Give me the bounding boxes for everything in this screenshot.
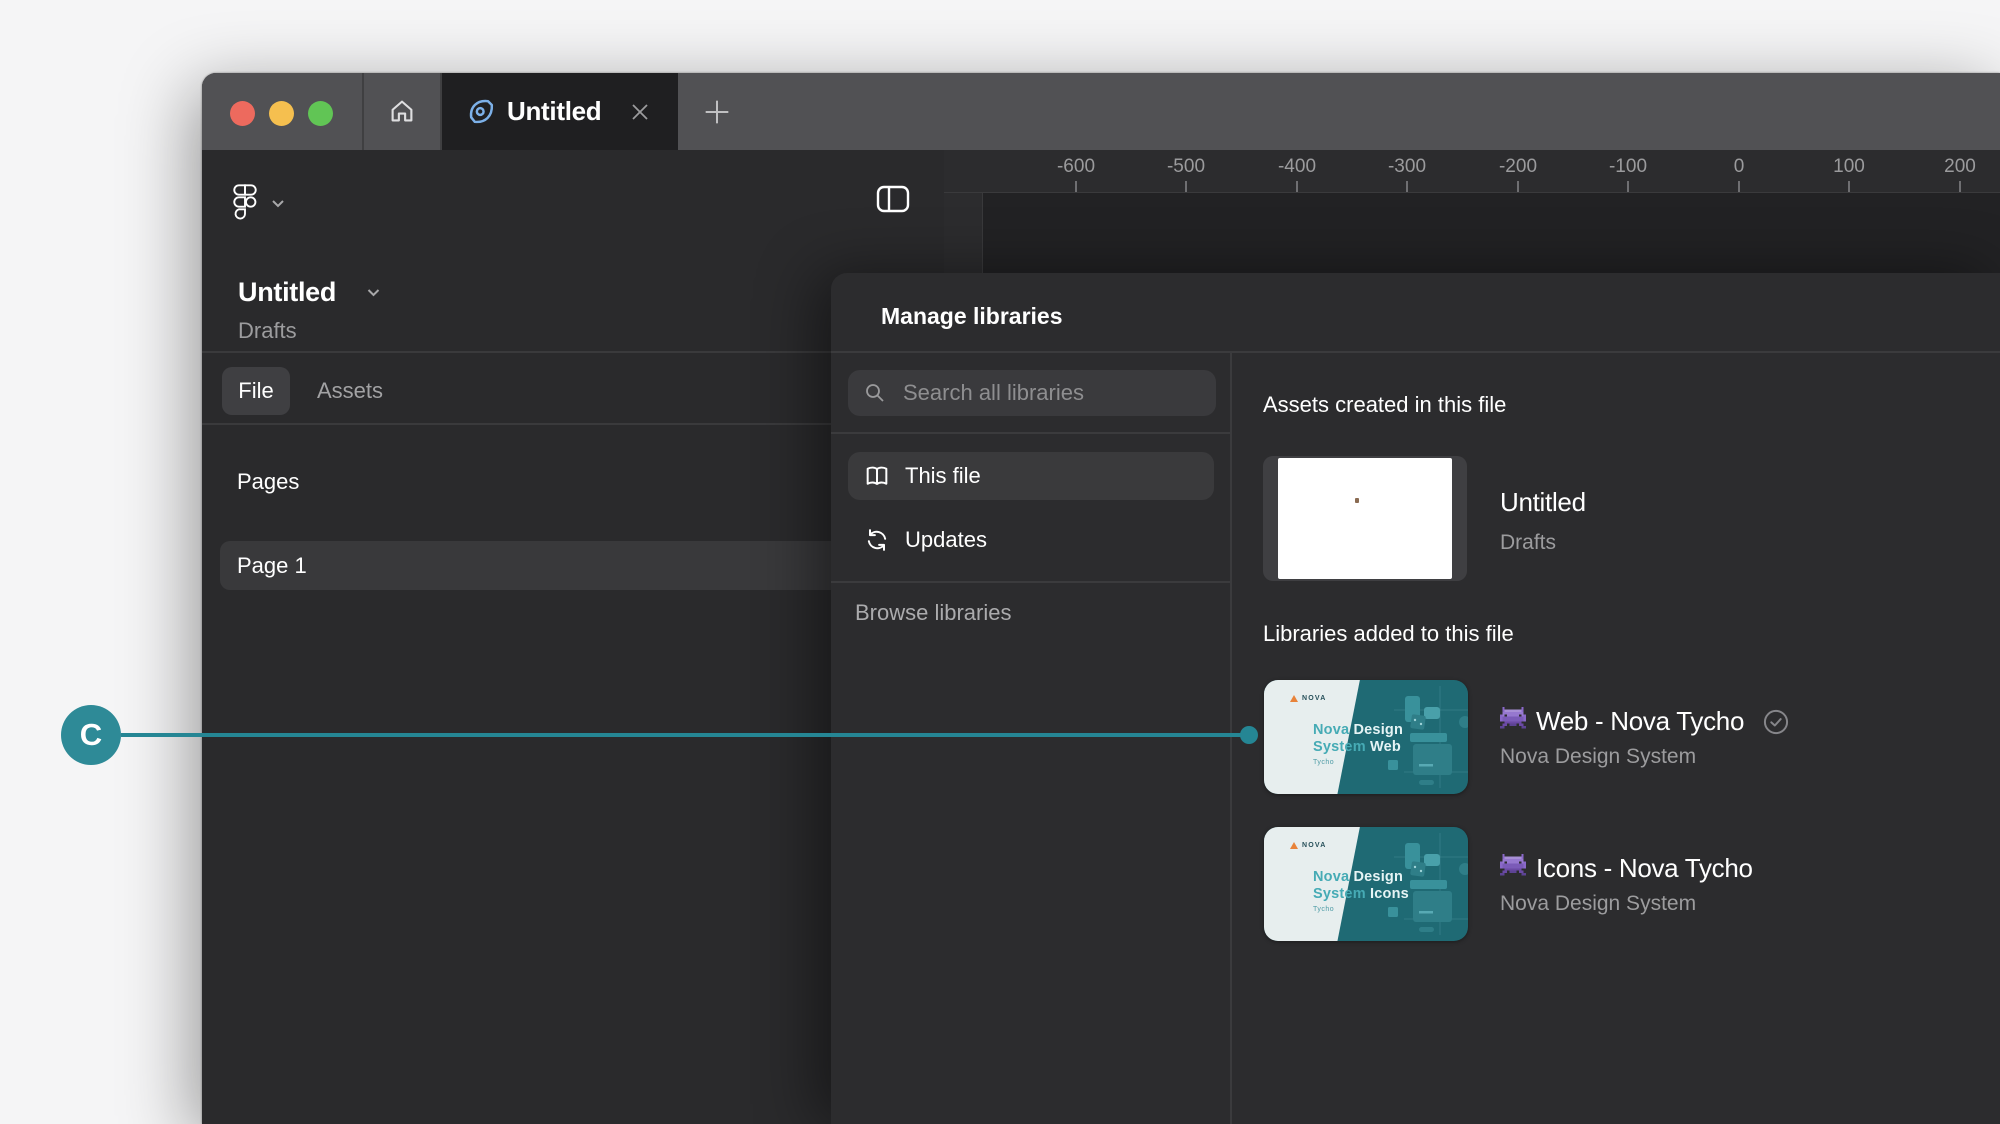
sync-icon [863, 526, 891, 554]
libraries-section-heading: Libraries added to this file [1263, 621, 1514, 647]
callout-endpoint-dot [1240, 726, 1258, 744]
nav-item-this-file[interactable]: This file [848, 452, 1214, 500]
card-title-text: Nova Design System Icons [1313, 869, 1409, 903]
figma-file-icon [466, 96, 497, 127]
tab-title: Untitled [507, 96, 601, 127]
new-tab-button[interactable] [694, 90, 740, 134]
ruler-label: 100 [1833, 156, 1865, 178]
check-circle-icon [1762, 708, 1790, 736]
callout-label: C [61, 705, 121, 765]
panel-toggle-button[interactable] [869, 176, 917, 224]
ruler-tick [1185, 181, 1187, 192]
library-title: Web - Nova Tycho [1536, 706, 1744, 737]
callout-letter: C [80, 717, 102, 753]
canvas [982, 193, 2000, 273]
library-row-icons[interactable]: NOVA Nova Design System Icons Tycho [1264, 827, 2000, 941]
alien-emoji-icon [1500, 854, 1526, 883]
nav-divider [831, 432, 1231, 434]
page-item-label: Page 1 [237, 553, 307, 579]
card-brand: NOVA [1290, 842, 1327, 849]
search-input[interactable] [901, 379, 1205, 407]
library-subtitle: Nova Design System [1500, 745, 1696, 769]
ruler-label: 0 [1734, 156, 1745, 178]
titlebar-divider [362, 73, 364, 150]
figma-logo-icon [233, 183, 257, 224]
nova-logo-icon [1290, 842, 1298, 849]
ruler-tick [1406, 181, 1408, 192]
card-footer-text: Tycho [1313, 759, 1334, 766]
book-icon [863, 462, 891, 490]
ruler-tick [1959, 181, 1961, 192]
search-icon [863, 381, 887, 405]
ruler-tick [1517, 181, 1519, 192]
ruler-label: -100 [1609, 156, 1647, 178]
file-name: Untitled [238, 277, 336, 308]
ruler-tick [1296, 181, 1298, 192]
ruler-label: 200 [1944, 156, 1976, 178]
chevron-down-icon [271, 196, 285, 211]
library-subtitle: Nova Design System [1500, 892, 1696, 916]
file-location: Drafts [238, 318, 297, 344]
nav-item-label: Updates [905, 527, 987, 553]
traffic-light-close[interactable] [230, 101, 255, 126]
alien-emoji-icon [1500, 707, 1526, 736]
library-thumbnail: NOVA Nova Design System Web Tycho [1264, 680, 1468, 794]
asset-file-title: Untitled [1500, 487, 1586, 518]
library-thumbnail: NOVA Nova Design System Icons Tycho [1264, 827, 1468, 941]
thumbnail-object-dot [1355, 498, 1359, 503]
ruler-label: -600 [1057, 156, 1095, 178]
tab-assets[interactable]: Assets [312, 367, 388, 415]
figma-menu-button[interactable] [233, 183, 285, 224]
ruler-tick [1075, 181, 1077, 192]
home-icon [387, 96, 417, 129]
asset-file-location: Drafts [1500, 531, 1556, 555]
ruler-vertical [944, 193, 983, 273]
library-title: Icons - Nova Tycho [1536, 853, 1753, 884]
ruler-tick [1848, 181, 1850, 192]
page-item[interactable] [220, 541, 936, 590]
tab-untitled[interactable]: Untitled [442, 73, 678, 150]
tab-close-button[interactable] [623, 95, 657, 129]
tab-file-label: File [222, 367, 290, 415]
ruler-label: -400 [1278, 156, 1316, 178]
nav-item-label: This file [905, 463, 981, 489]
ruler-tick [1738, 181, 1740, 192]
dialog-title: Manage libraries [881, 303, 1063, 330]
assets-section-heading: Assets created in this file [1263, 392, 1506, 418]
callout-line [121, 733, 1241, 737]
nova-logo-icon [1290, 695, 1298, 702]
pages-header: Pages [237, 469, 299, 495]
ruler-label: -300 [1388, 156, 1426, 178]
traffic-light-minimize[interactable] [269, 101, 294, 126]
library-row-web[interactable]: NOVA Nova Design System Web Tycho [1264, 680, 2000, 794]
nav-item-updates[interactable]: Updates [848, 516, 1214, 564]
dialog-header-divider [831, 351, 2000, 353]
search-box [848, 370, 1216, 416]
ruler-tick [1627, 181, 1629, 192]
card-footer-text: Tycho [1313, 906, 1334, 913]
ruler-label: -200 [1499, 156, 1537, 178]
traffic-light-zoom[interactable] [308, 101, 333, 126]
file-name-button[interactable]: Untitled [238, 277, 381, 308]
chevron-down-icon [366, 285, 381, 300]
ruler-label: -500 [1167, 156, 1205, 178]
nav-divider [831, 581, 1231, 583]
file-thumbnail-canvas [1278, 458, 1452, 579]
card-brand: NOVA [1290, 695, 1327, 702]
card-title-text: Nova Design System Web [1313, 722, 1403, 756]
home-button[interactable] [374, 85, 430, 139]
dialog-column-divider [1230, 353, 1232, 1124]
panel-toggle-icon [876, 185, 910, 216]
ruler-border [944, 192, 2000, 193]
browse-libraries-link[interactable]: Browse libraries [855, 600, 1012, 626]
file-thumbnail [1263, 456, 1467, 581]
